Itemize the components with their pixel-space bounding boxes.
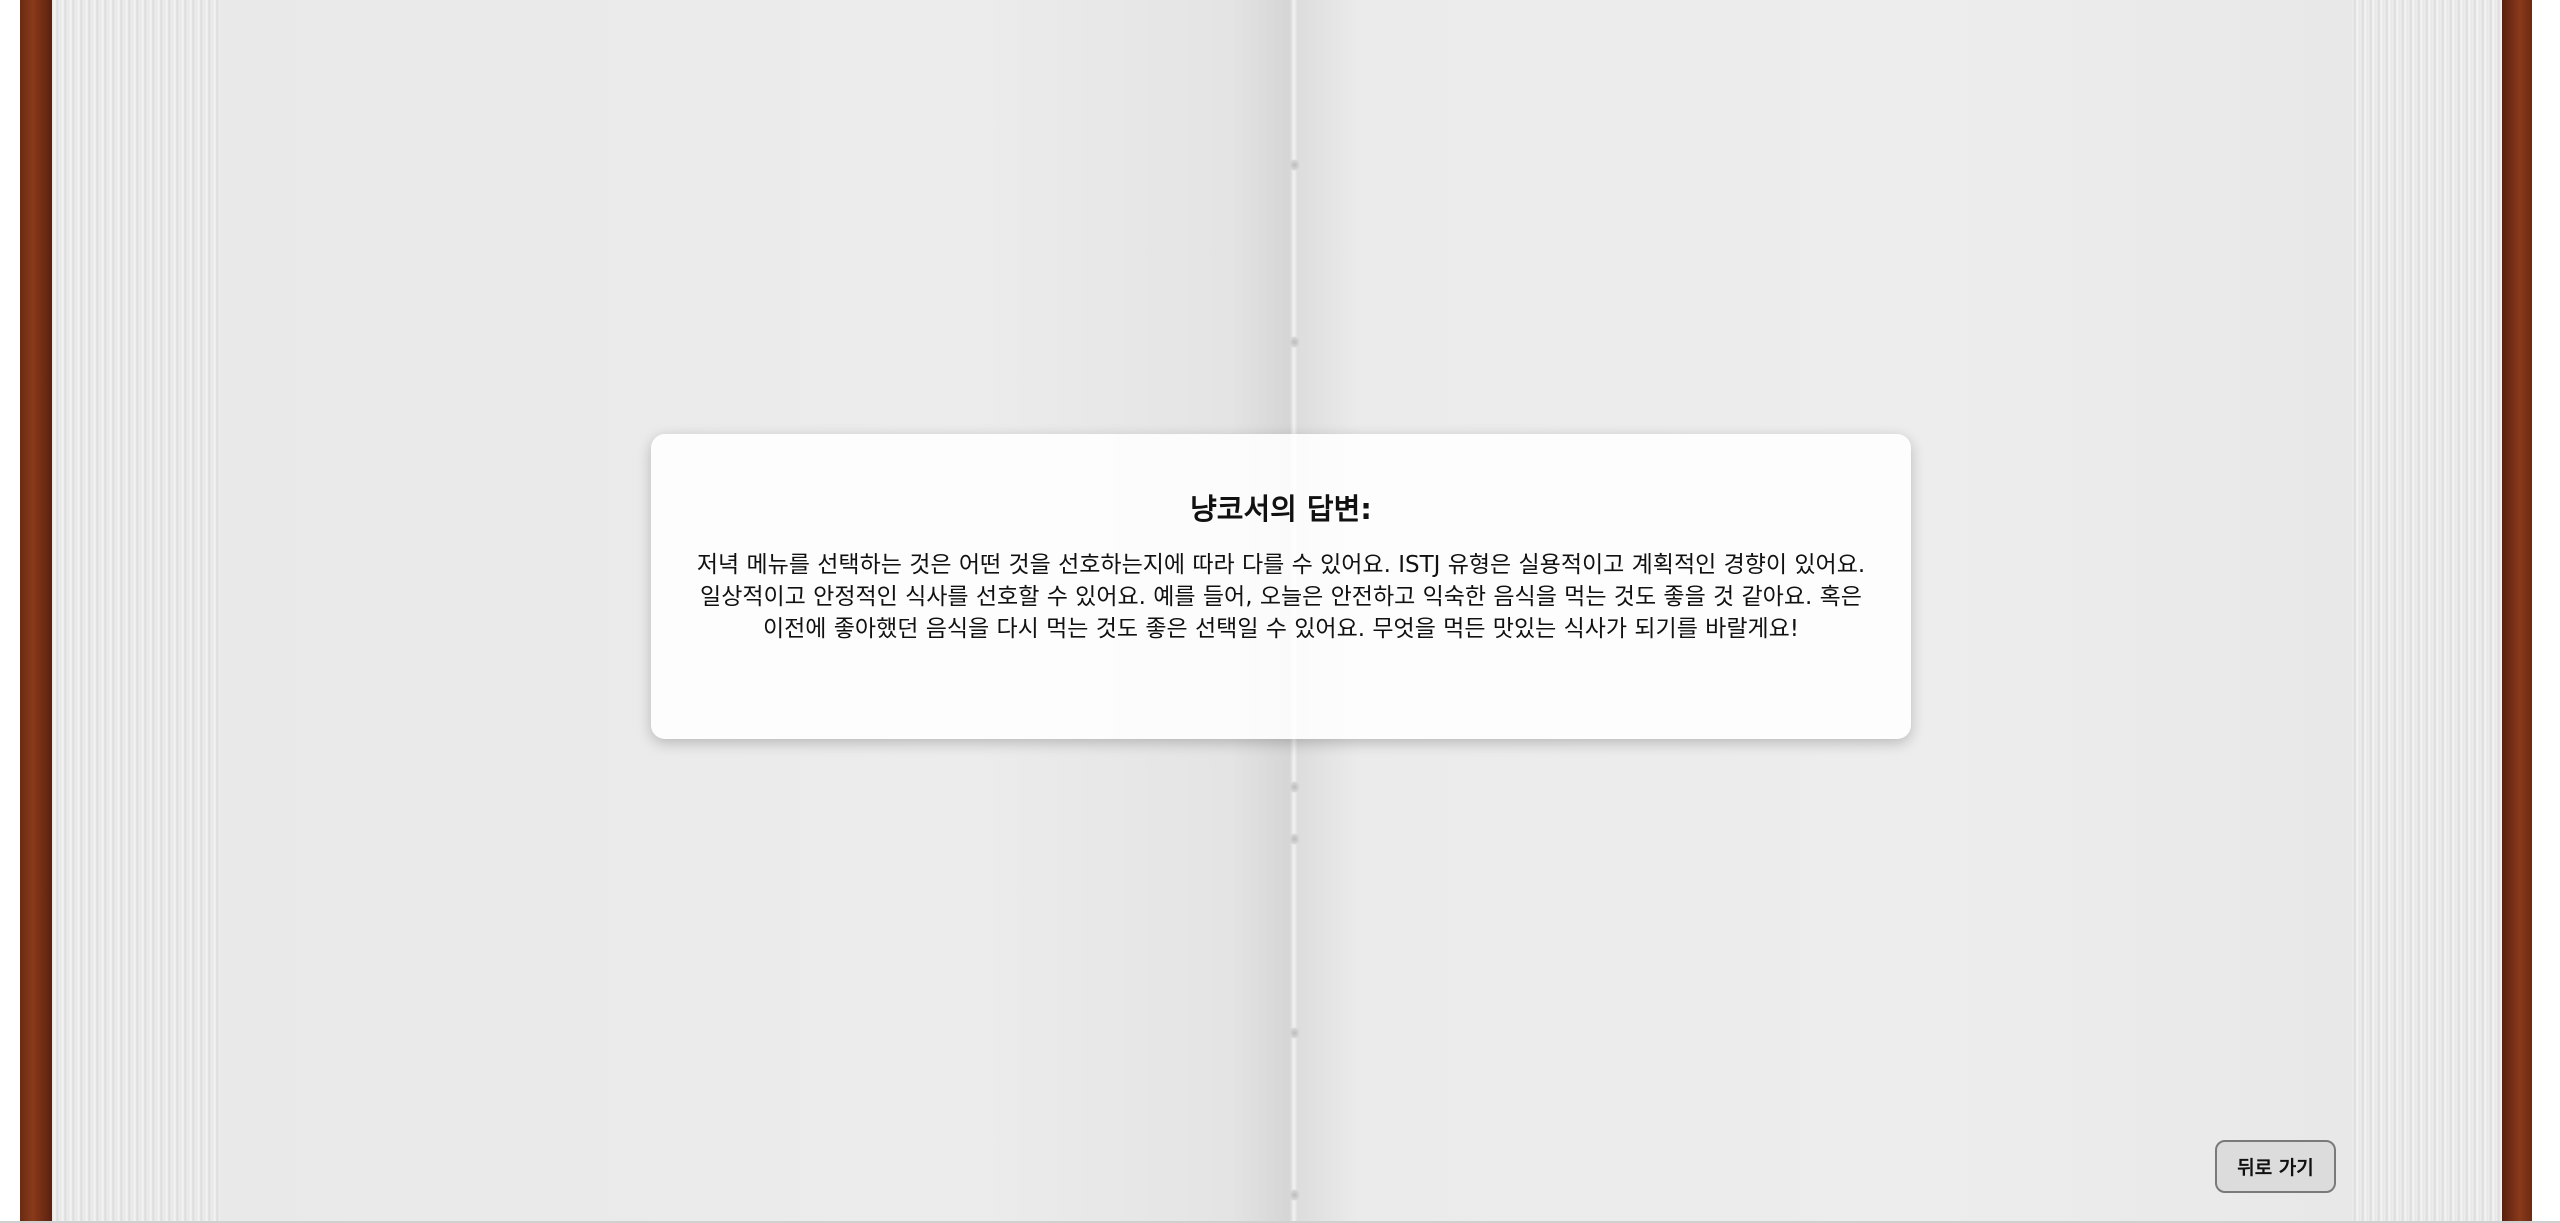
page-stack-right [2352, 0, 2502, 1223]
answer-title: 냥코서의 답변: [1190, 492, 1372, 526]
binding-stitch [1290, 832, 1299, 846]
binding-stitch [1290, 1188, 1299, 1202]
page-stack-left [52, 0, 220, 1223]
book-cover-left [20, 0, 52, 1223]
binding-stitch [1290, 158, 1299, 172]
binding-stitch [1290, 780, 1299, 794]
binding-stitch [1290, 1026, 1299, 1040]
book-cover-right [2502, 0, 2532, 1223]
book-background: 냥코서의 답변: 저녁 메뉴를 선택하는 것은 어떤 것을 선호하는지에 따라 … [0, 0, 2560, 1223]
binding-stitch [1290, 335, 1299, 349]
back-button[interactable]: 뒤로 가기 [2215, 1140, 2336, 1193]
answer-text: 저녁 메뉴를 선택하는 것은 어떤 것을 선호하는지에 따라 다를 수 있어요.… [696, 551, 1866, 642]
answer-card: 냥코서의 답변: 저녁 메뉴를 선택하는 것은 어떤 것을 선호하는지에 따라 … [651, 434, 1911, 739]
